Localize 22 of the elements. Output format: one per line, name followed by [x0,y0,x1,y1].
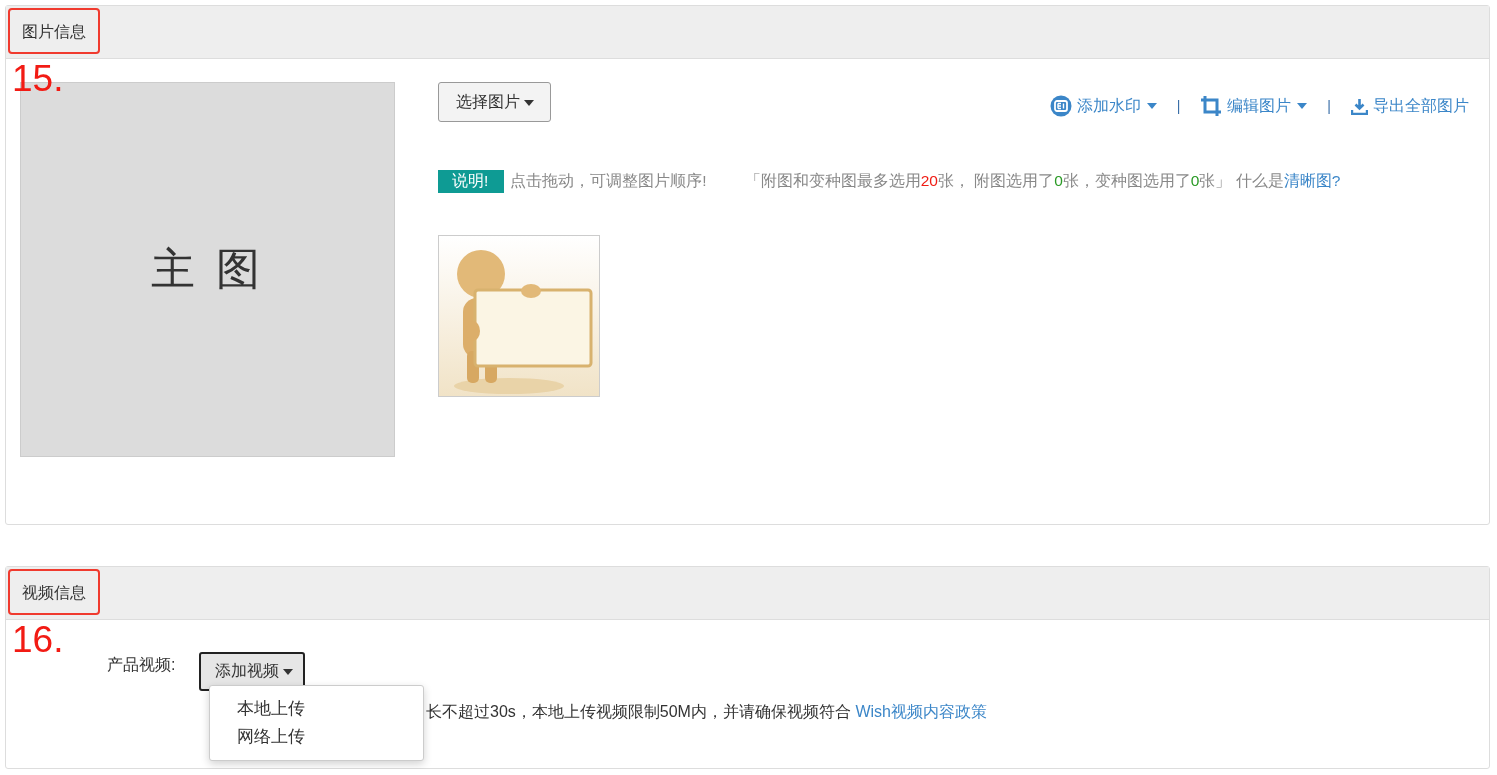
menu-item[interactable]: 本地上传 [210,695,423,723]
watermark-icon [1049,95,1072,117]
section-title: 视频信息 [8,569,100,615]
download-link[interactable]: 导出全部图片 [1351,95,1469,117]
caret-icon [283,668,294,675]
watermark-link[interactable]: 添加水印 [1049,95,1157,117]
section-title: 图片信息 [8,8,100,54]
crop-icon [1200,95,1223,117]
note-badge: 说明! [438,170,505,193]
image-count-note: 「附图和变种图最多选用20张， 附图选用了0张，变种图选用了0张」 什么是 [744,171,1284,191]
drag-hint: 点击拖动，可调整图片顺序! [510,171,707,191]
crop-link[interactable]: 编辑图片 [1200,95,1308,117]
download-icon [1351,97,1368,115]
annotation-number: 16. [12,621,64,658]
menu-item[interactable]: 网络上传 [210,723,423,751]
separator: | [1176,98,1181,114]
separator: | [1327,98,1331,114]
policy-link[interactable]: Wish视频内容政策 [855,703,987,720]
select-image-button[interactable]: 选择图片 [438,82,551,122]
clear-image-link[interactable]: 清晰图? [1283,171,1341,192]
video-note: 长不超过30s，本地上传视频限制50M内，并请确保视频符合 Wish视频内容政策 [426,702,987,722]
field-label: 产品视频: [107,655,176,675]
